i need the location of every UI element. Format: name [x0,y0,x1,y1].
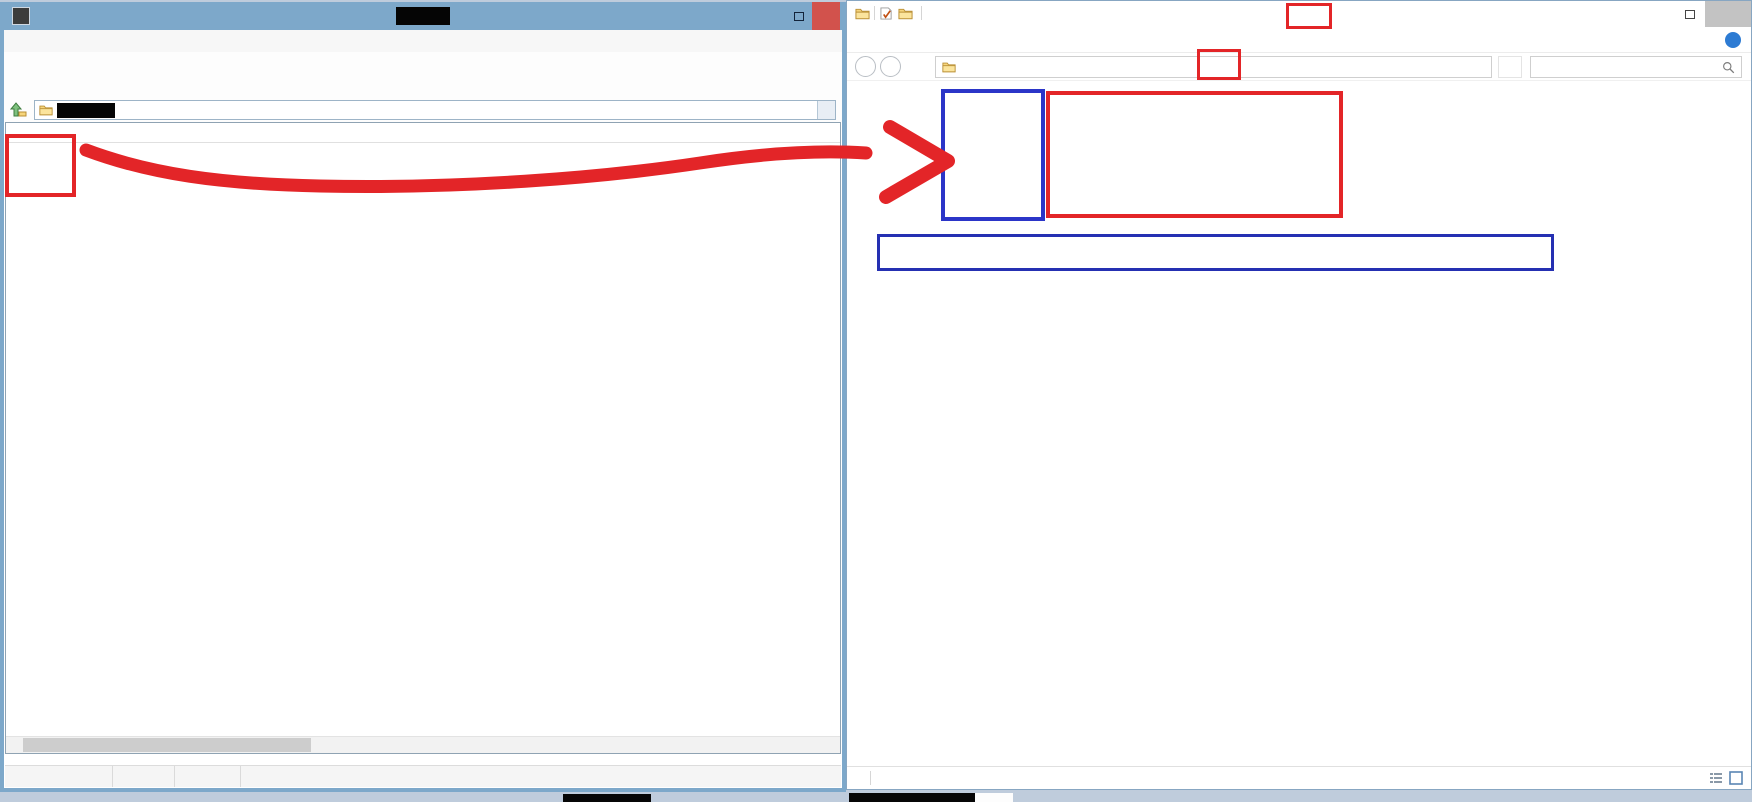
7zip-app-icon [12,7,30,25]
scrollbar-thumb[interactable] [23,738,311,752]
7zip-toolbar [4,52,842,98]
7zip-statusbar [5,765,841,787]
archive-file-list [5,122,841,754]
thumbnail-view-icon[interactable] [1729,771,1743,785]
desktop [0,0,1752,802]
7zip-path-row [4,98,842,122]
archive-icon [39,104,53,116]
back-button[interactable] [855,56,876,77]
horizontal-scrollbar[interactable] [6,736,840,753]
navigation-pane [847,82,946,766]
minimize-button[interactable] [1645,1,1675,27]
search-box[interactable] [1530,56,1742,78]
archive-path-combobox[interactable] [34,100,836,120]
taskbar-fragment [975,793,1013,802]
redaction-box [396,7,450,25]
7zip-window [0,2,846,792]
list-column-headers [6,123,840,143]
explorer-content [847,82,1751,766]
status-selected-count [5,766,113,787]
redaction-box [57,103,115,118]
scroll-left-icon[interactable] [6,737,23,753]
search-icon[interactable] [1722,61,1735,74]
redaction-box [563,794,651,802]
separator [870,771,871,785]
forward-button[interactable] [880,56,901,77]
explorer-statusbar [847,766,1751,789]
minimize-button[interactable] [760,2,786,30]
details-view-icon[interactable] [1709,771,1723,785]
up-level-icon[interactable] [10,102,28,118]
explorer-window [846,0,1752,790]
help-icon[interactable] [1725,32,1741,48]
refresh-button[interactable] [1498,56,1522,78]
ribbon-tabs [847,29,1751,53]
combobox-dropdown-icon[interactable] [817,101,835,119]
address-bar[interactable] [935,56,1492,78]
explorer-titlebar[interactable] [847,1,1751,29]
close-button[interactable] [1705,1,1751,27]
maximize-button[interactable] [1675,1,1705,27]
explorer-window-title [847,1,1751,29]
7zip-titlebar[interactable] [4,2,842,30]
redaction-box [849,793,975,802]
folder-icon [942,61,956,73]
scroll-right-icon[interactable] [823,737,840,753]
close-button[interactable] [812,2,840,30]
7zip-menubar [4,30,842,52]
address-bar-row [847,53,1751,81]
7zip-window-title [4,7,842,25]
maximize-button[interactable] [786,2,812,30]
